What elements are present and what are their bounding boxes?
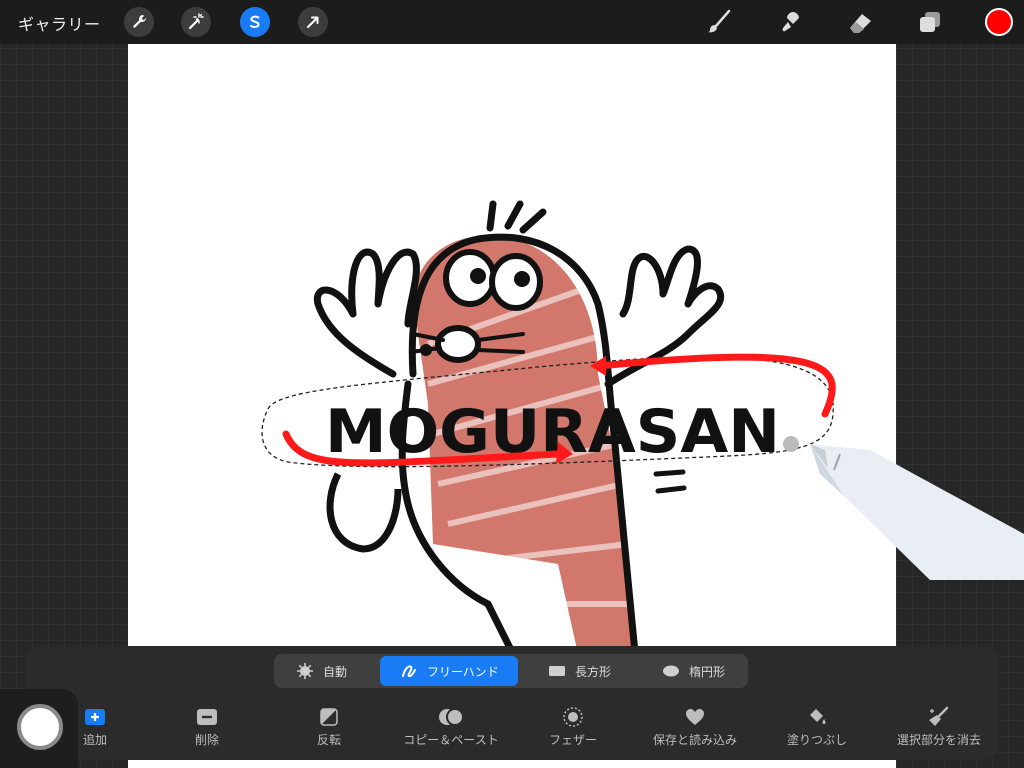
invert-button[interactable]: 反転 — [274, 706, 384, 748]
mode-label: 長方形 — [575, 664, 612, 679]
copy-paste-label: コピー＆ペースト — [403, 733, 499, 747]
clear-selection-label: 選択部分を消去 — [896, 733, 981, 747]
rectangle-icon — [549, 666, 565, 676]
mode-label: フリーハンド — [427, 664, 499, 679]
auto-starburst-icon — [297, 663, 313, 679]
top-toolbar: ギャラリー — [0, 0, 1024, 44]
hair — [486, 200, 547, 234]
magic-wand-icon[interactable] — [181, 7, 211, 37]
remove-button[interactable]: 削除 — [152, 706, 262, 748]
brush-icon[interactable] — [704, 7, 734, 37]
clear-selection-button[interactable]: 選択部分を消去 — [884, 706, 994, 748]
heart-icon — [686, 709, 704, 725]
lower-arm — [326, 472, 402, 553]
ellipse-icon — [663, 665, 679, 677]
fill-button[interactable]: 塗りつぶし — [762, 706, 872, 748]
mode-label: 楕円形 — [689, 664, 726, 679]
selection-mode-bar: 自動 フリーハンド 長方形 楕円形 — [274, 654, 748, 688]
fill-label: 塗りつぶし — [786, 733, 848, 747]
eraser-icon[interactable] — [845, 7, 875, 37]
mode-auto[interactable]: 自動 — [276, 656, 380, 686]
invert-icon — [320, 708, 338, 726]
transform-arrow-icon[interactable] — [298, 7, 328, 37]
clear-broom-icon — [929, 706, 949, 726]
selection-icon[interactable] — [240, 7, 270, 37]
mode-label: 自動 — [323, 664, 348, 679]
quick-menu-button[interactable] — [17, 704, 63, 750]
copy-paste-button[interactable]: コピー＆ペースト — [396, 706, 506, 748]
freehand-icon — [402, 665, 416, 678]
remove-label: 削除 — [194, 733, 219, 747]
stylus-pencil — [810, 444, 1024, 580]
selection-panel: 自動 フリーハンド 長方形 楕円形 追加 削除 反転 コピー＆ペースト フェザー — [26, 646, 998, 760]
mode-freehand[interactable]: フリーハンド — [380, 656, 518, 686]
mode-ellipse[interactable]: 楕円形 — [642, 656, 746, 686]
remove-icon — [197, 709, 217, 725]
smudge-icon[interactable] — [775, 7, 805, 37]
color-swatch[interactable] — [985, 8, 1013, 36]
invert-label: 反転 — [316, 733, 341, 747]
save-load-label: 保存と読み込み — [652, 733, 737, 747]
layers-icon[interactable] — [915, 7, 945, 37]
left-hand — [313, 248, 420, 378]
mode-rectangle[interactable]: 長方形 — [528, 656, 632, 686]
feather-button[interactable]: フェザー — [518, 706, 628, 748]
feather-label: フェザー — [548, 733, 597, 747]
gallery-button[interactable]: ギャラリー — [18, 11, 101, 35]
fill-bucket-icon — [810, 709, 826, 724]
save-load-button[interactable]: 保存と読み込み — [640, 706, 750, 748]
wrench-icon[interactable] — [124, 7, 154, 37]
copy-paste-icon — [439, 708, 464, 726]
add-icon — [85, 709, 105, 725]
feather-icon — [563, 707, 583, 727]
